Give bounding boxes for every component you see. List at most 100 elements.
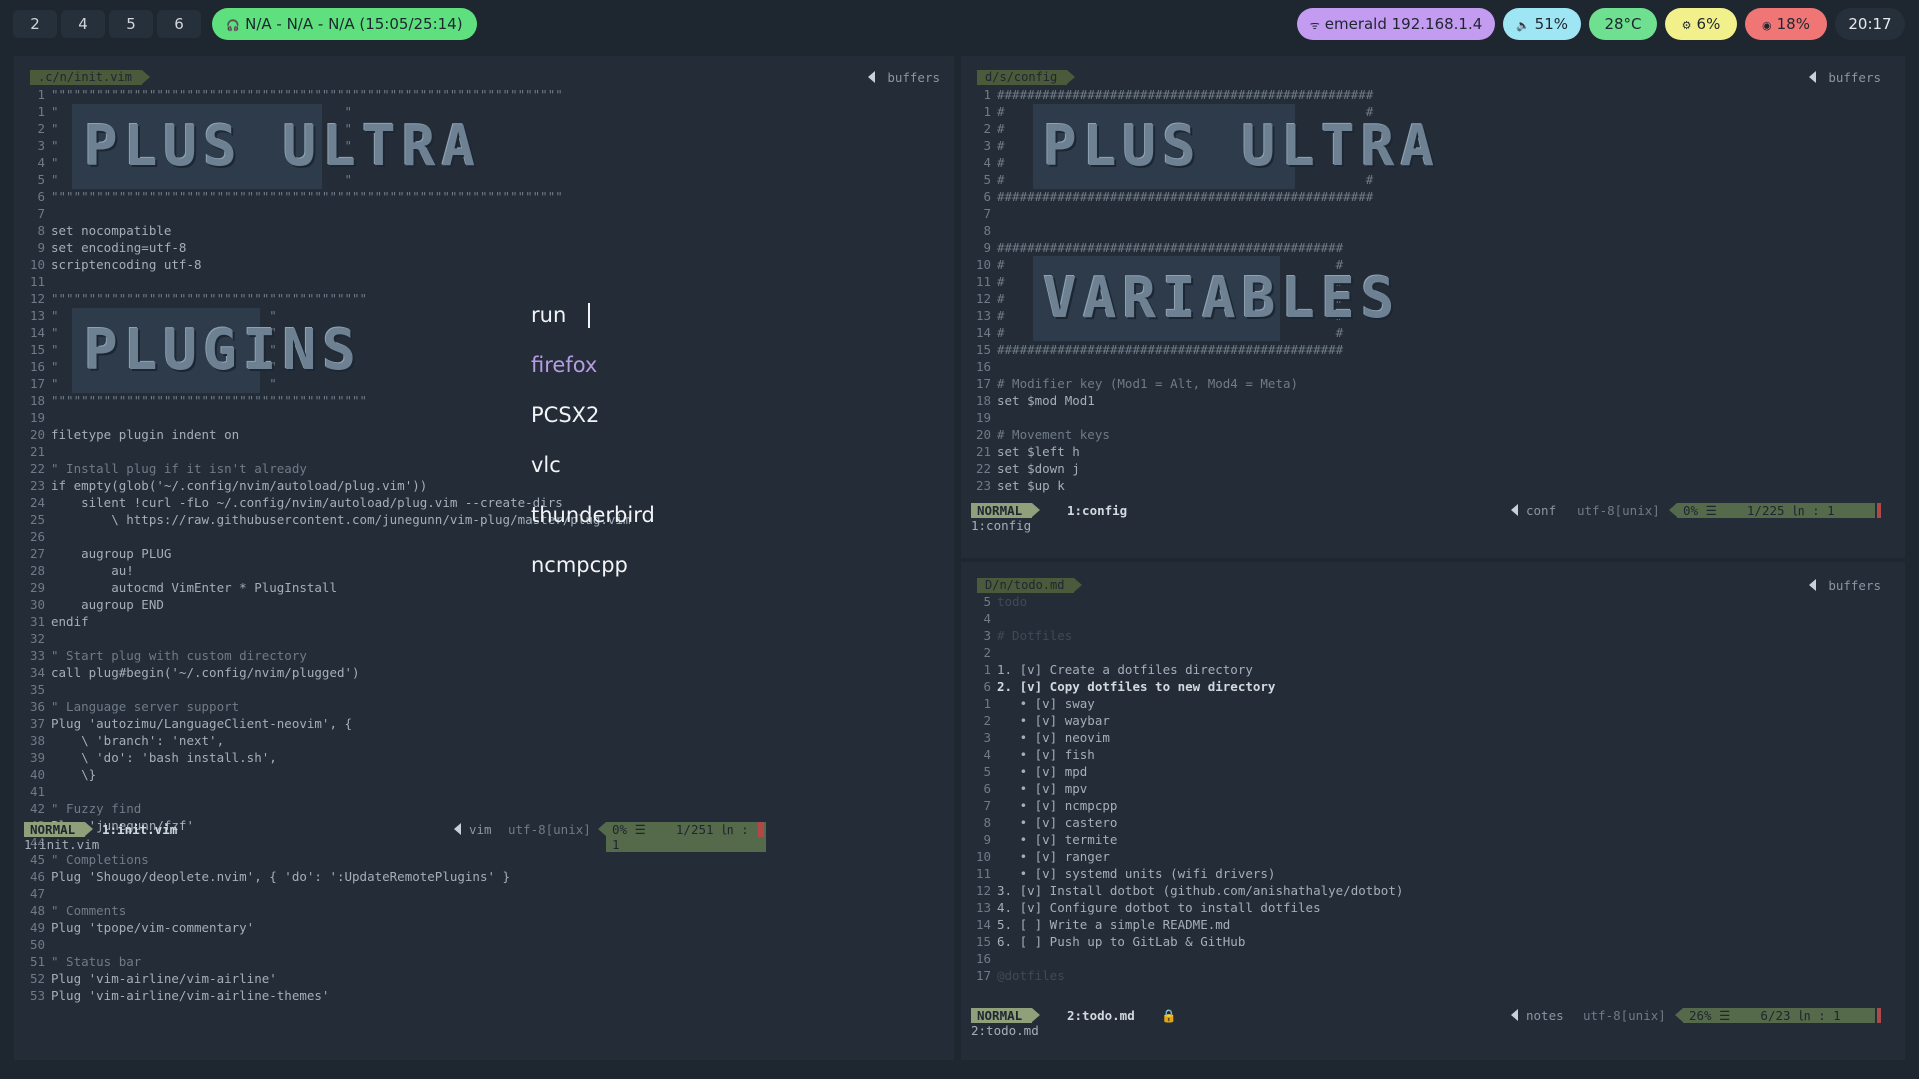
code-line[interactable]: 15 6. [ ] Push up to GitLab & GitHub xyxy=(961,933,1403,950)
launcher-item[interactable]: thunderbird xyxy=(531,500,655,530)
line-number: 15 xyxy=(975,934,991,949)
code-line[interactable]: 14 5. [ ] Write a simple README.md xyxy=(961,916,1403,933)
workspace-button[interactable]: 4 xyxy=(61,10,105,38)
workspace-button[interactable]: 2 xyxy=(13,10,57,38)
code-line[interactable]: 47 xyxy=(14,885,630,902)
code-line[interactable]: 41 xyxy=(14,783,630,800)
code-line[interactable]: 50 xyxy=(14,936,630,953)
code-line[interactable]: 33 " Start plug with custom directory xyxy=(14,647,630,664)
code-line[interactable]: 18 set $mod Mod1 xyxy=(961,392,1373,409)
code-line[interactable]: 2 • [v] waybar xyxy=(961,712,1403,729)
code-line[interactable]: 20 # Movement keys xyxy=(961,426,1373,443)
code-line[interactable]: 6 2. [v] Copy dotfiles to new directory xyxy=(961,678,1403,695)
code-line[interactable]: 23 set $up k xyxy=(961,477,1373,494)
temperature-module[interactable]: 28°C xyxy=(1589,8,1657,40)
file-path-tab[interactable]: D/n/todo.md xyxy=(977,578,1084,593)
code-line[interactable]: 12 3. [v] Install dotbot (github.com/anis… xyxy=(961,882,1403,899)
code-line[interactable]: 32 xyxy=(14,630,630,647)
code-line[interactable]: 37 Plug 'autozimu/LanguageClient-neovim',… xyxy=(14,715,630,732)
code-line[interactable]: 53 Plug 'vim-airline/vim-airline-themes' xyxy=(14,987,630,1004)
code-line[interactable]: 5 todo xyxy=(961,593,1403,610)
code-line[interactable]: 16 xyxy=(961,358,1373,375)
code-line[interactable]: 10 • [v] ranger xyxy=(961,848,1403,865)
command-line[interactable]: 1:init.vim xyxy=(24,836,99,853)
code-line[interactable]: 46 Plug 'Shougo/deoplete.nvim', { 'do': '… xyxy=(14,868,630,885)
clock[interactable]: 20:17 xyxy=(1835,8,1905,40)
workspace-button[interactable]: 5 xyxy=(109,10,153,38)
line-text: scriptencoding utf-8 xyxy=(51,257,202,272)
code-line[interactable]: 8 set nocompatible xyxy=(14,222,630,239)
code-line[interactable]: 19 xyxy=(961,409,1373,426)
code-line[interactable]: 42 " Fuzzy find xyxy=(14,800,630,817)
code-line[interactable]: 49 Plug 'tpope/vim-commentary' xyxy=(14,919,630,936)
code-line[interactable]: 7 xyxy=(14,205,630,222)
media-module[interactable]: 🎧 N/A - N/A - N/A (15:05/25:14) xyxy=(212,8,477,40)
code-line[interactable]: 8 • [v] castero xyxy=(961,814,1403,831)
command-line[interactable]: 1:config xyxy=(971,517,1031,534)
code-line[interactable]: 11 xyxy=(14,273,630,290)
code-line[interactable]: 2 xyxy=(961,644,1403,661)
code-line[interactable]: 4 • [v] fish xyxy=(961,746,1403,763)
code-line[interactable]: 4 xyxy=(961,610,1403,627)
code-line[interactable]: 17 @dotfiles xyxy=(961,967,1403,984)
code-line[interactable]: 39 \ 'do': 'bash install.sh', xyxy=(14,749,630,766)
code-area[interactable]: 5 todo 4 3 # Dotfiles 2 1 1. [v] Create a dotfi… xyxy=(961,593,1403,984)
code-line[interactable]: 17 # Modifier key (Mod1 = Alt, Mod4 = Met… xyxy=(961,375,1373,392)
code-line[interactable]: 6 #######################################… xyxy=(961,188,1373,205)
code-line[interactable]: 9 • [v] termite xyxy=(961,831,1403,848)
code-line[interactable]: 3 • [v] neovim xyxy=(961,729,1403,746)
launcher-item[interactable]: ncmpcpp xyxy=(531,550,628,580)
code-line[interactable]: 1 1. [v] Create a dotfiles directory xyxy=(961,661,1403,678)
launcher-item[interactable]: PCSX2 xyxy=(531,400,599,430)
cpu-module[interactable]: ⚙ 6% xyxy=(1665,8,1737,40)
code-line[interactable]: 16 xyxy=(961,950,1403,967)
left-editor-pane[interactable]: .c/n/init.vim buffers 1 """""""""""""""""… xyxy=(14,56,954,1060)
code-line[interactable]: 35 xyxy=(14,681,630,698)
code-line[interactable]: 31 endif xyxy=(14,613,630,630)
code-line[interactable]: 6 • [v] mpv xyxy=(961,780,1403,797)
code-line[interactable]: 22 set $down j xyxy=(961,460,1373,477)
code-line[interactable]: 6 """""""""""""""""""""""""""""""""""""""… xyxy=(14,188,630,205)
code-line[interactable]: 3 # Dotfiles xyxy=(961,627,1403,644)
code-line[interactable]: 52 Plug 'vim-airline/vim-airline' xyxy=(14,970,630,987)
file-path-tab[interactable]: .c/n/init.vim xyxy=(30,70,150,85)
code-line[interactable]: 9 #######################################… xyxy=(961,239,1373,256)
code-line[interactable]: 7 xyxy=(961,205,1373,222)
code-line[interactable]: 1 """""""""""""""""""""""""""""""""""""""… xyxy=(14,86,630,103)
code-line[interactable]: 9 set encoding=utf-8 xyxy=(14,239,630,256)
launcher-item[interactable]: firefox xyxy=(531,350,597,380)
line-number: 21 xyxy=(975,444,991,459)
code-line[interactable]: 1 • [v] sway xyxy=(961,695,1403,712)
code-line[interactable]: 10 scriptencoding utf-8 xyxy=(14,256,630,273)
code-line[interactable]: 36 " Language server support xyxy=(14,698,630,715)
memory-module[interactable]: ◉ 18% xyxy=(1745,8,1827,40)
code-line[interactable]: 5 • [v] mpd xyxy=(961,763,1403,780)
code-line[interactable]: 11 • [v] systemd units (wifi drivers) xyxy=(961,865,1403,882)
code-line[interactable]: 21 set $left h xyxy=(961,443,1373,460)
code-line[interactable]: 15 ######################################… xyxy=(961,341,1373,358)
file-path-tab[interactable]: d/s/config xyxy=(977,70,1076,85)
network-module[interactable]: ᯤ emerald 192.168.1.4 xyxy=(1297,8,1495,40)
command-line[interactable]: 2:todo.md xyxy=(971,1022,1039,1039)
code-line[interactable]: 13 4. [v] Configure dotbot to install dot… xyxy=(961,899,1403,916)
top-right-editor-pane[interactable]: d/s/config buffers 1 ####################… xyxy=(961,56,1905,558)
launcher-prompt[interactable]: run xyxy=(531,300,566,330)
code-line[interactable]: 7 • [v] ncmpcpp xyxy=(961,797,1403,814)
code-line[interactable]: 40 \} xyxy=(14,766,630,783)
code-line[interactable]: 1 #######################################… xyxy=(961,86,1373,103)
volume-module[interactable]: 🔈 51% xyxy=(1503,8,1581,40)
buffers-indicator[interactable]: buffers xyxy=(1809,70,1881,85)
code-line[interactable]: 30 augroup END xyxy=(14,596,630,613)
code-line[interactable]: 45 " Completions xyxy=(14,851,630,868)
launcher-item[interactable]: vlc xyxy=(531,450,561,480)
bottom-right-editor-pane[interactable]: D/n/todo.md buffers 5 todo 4 3 # Dotfiles 2 1 1… xyxy=(961,562,1905,1060)
code-line[interactable]: 48 " Comments xyxy=(14,902,630,919)
code-line[interactable]: 34 call plug#begin('~/.config/nvim/plugge… xyxy=(14,664,630,681)
buffers-indicator[interactable]: buffers xyxy=(1809,578,1881,593)
code-line[interactable]: 51 " Status bar xyxy=(14,953,630,970)
app-launcher[interactable]: run firefox PCSX2 vlc thunderbird ncmpcp… xyxy=(531,290,781,590)
code-line[interactable]: 8 xyxy=(961,222,1373,239)
buffers-indicator[interactable]: buffers xyxy=(868,70,940,85)
code-line[interactable]: 38 \ 'branch': 'next', xyxy=(14,732,630,749)
workspace-button[interactable]: 6 xyxy=(157,10,201,38)
